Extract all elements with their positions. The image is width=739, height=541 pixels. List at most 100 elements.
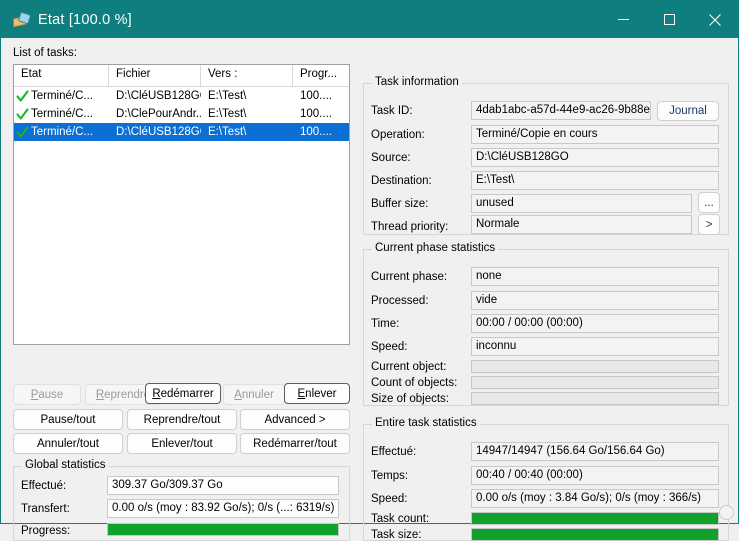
current-object-label: Current object: [371,361,447,373]
entire-temps-value: 00:40 / 00:40 (00:00) [471,466,719,485]
green-check-icon [16,89,29,103]
resume-all-button[interactable]: Reprendre/tout [127,409,237,430]
client-area: List of tasks: Etat Fichier Vers : Progr… [1,38,738,541]
restart-button-rest: edémarrer [160,387,214,400]
current-phase-statistics-title: Current phase statistics [372,242,499,254]
global-progress-label: Progress: [21,525,71,537]
entire-effectue-value: 14947/14947 (156.64 Go/156.64 Go) [471,442,719,461]
resize-grip[interactable] [719,505,734,520]
thread-priority-value: Normale [471,215,692,234]
row-etat: Terminé/C... [31,90,93,102]
global-progress-bar [107,523,339,536]
pause-button[interactable]: Pause [13,384,81,405]
column-header-vers[interactable]: Vers : [201,65,293,86]
global-effectue-value: 309.37 Go/309.37 Go [107,476,339,495]
entire-task-statistics-title: Entire task statistics [372,417,480,429]
source-label: Source: [371,152,411,164]
remove-all-button[interactable]: Enlever/tout [127,433,237,454]
title-bar[interactable]: Etat [100.0 %] [1,1,738,38]
task-information-group: Task information Task ID: 4dab1abc-a57d-… [363,76,729,235]
pause-button-rest: ause [38,388,64,401]
current-phase-statistics-group: Current phase statistics Current phase: … [363,242,729,406]
task-list[interactable]: Etat Fichier Vers : Progr... Terminé/C..… [13,64,350,345]
current-object-progress-bar [471,360,719,373]
processed-value: vide [471,291,719,310]
count-of-objects-label: Count of objects: [371,377,458,389]
global-effectue-label: Effectué: [21,480,67,492]
maximize-button[interactable] [646,1,692,38]
row-etat: Terminé/C... [31,108,93,120]
global-statistics-title: Global statistics [22,459,109,471]
column-header-progress[interactable]: Progr... [293,65,349,86]
size-of-objects-label: Size of objects: [371,393,449,405]
global-statistics-group: Global statistics Effectué: 309.37 Go/30… [13,459,350,541]
row-fichier: D:\ClePourAndr... [116,108,201,120]
task-count-label: Task count: [371,513,430,525]
cancel-button[interactable]: Annuler [223,384,285,405]
source-value: D:\CléUSB128GO [471,148,719,167]
window-title: Etat [100.0 %] [38,11,132,28]
remove-button-rest: nlever [305,387,337,400]
destination-value: E:\Test\ [471,171,719,190]
green-check-icon [16,125,29,139]
task-size-label: Task size: [371,529,422,541]
task-id-label: Task ID: [371,105,413,117]
phase-speed-label: Speed: [371,341,408,353]
phase-time-label: Time: [371,318,400,330]
size-of-objects-progress-bar [471,392,719,405]
row-progress: 100.... [300,90,332,102]
column-header-etat[interactable]: Etat [14,65,109,86]
minimize-button[interactable] [600,1,646,38]
advanced-button[interactable]: Advanced > [240,409,350,430]
current-phase-value: none [471,267,719,286]
row-fichier: D:\CléUSB128GO [116,126,201,138]
entire-effectue-label: Effectué: [371,446,417,458]
green-check-icon [16,107,29,121]
task-information-title: Task information [372,76,462,88]
cancel-button-rest: nnuler [241,388,274,401]
table-row-selected[interactable]: Terminé/C... D:\CléUSB128GO E:\Test\ 100… [14,123,349,141]
table-row[interactable]: Terminé/C... D:\ClePourAndr... E:\Test\ … [14,105,349,123]
row-etat: Terminé/C... [31,126,93,138]
journal-button[interactable]: Journal [657,101,719,121]
buffer-size-label: Buffer size: [371,198,429,210]
global-transfert-value: 0.00 o/s (moy : 83.92 Go/s); 0/s (...: 6… [107,499,339,518]
buffer-browse-button[interactable]: ... [698,192,720,213]
cancel-all-button[interactable]: Annuler/tout [13,433,123,454]
processed-label: Processed: [371,295,429,307]
task-count-progress-bar [471,512,719,525]
row-vers: E:\Test\ [208,108,247,120]
row-vers: E:\Test\ [208,126,247,138]
entire-speed-value: 0.00 o/s (moy : 3.84 Go/s); 0/s (moy : 3… [471,489,719,508]
restart-all-button[interactable]: Redémarrer/tout [240,433,350,454]
global-transfert-label: Transfert: [21,503,70,515]
close-button[interactable] [692,1,738,38]
resume-button-rest: eprendre [104,388,151,401]
thread-priority-label: Thread priority: [371,221,449,233]
window-controls [600,1,738,38]
app-icon [12,11,32,29]
current-phase-label: Current phase: [371,271,448,283]
remove-button[interactable]: Enlever [284,383,350,404]
row-progress: 100.... [300,108,332,120]
row-fichier: D:\CléUSB128GO [116,90,201,102]
task-size-progress-bar [471,528,719,541]
operation-value: Terminé/Copie en cours [471,125,719,144]
column-header-fichier[interactable]: Fichier [109,65,201,86]
destination-label: Destination: [371,175,432,187]
table-row[interactable]: Terminé/C... D:\CléUSB128GO E:\Test\ 100… [14,87,349,105]
row-progress: 100.... [300,126,332,138]
phase-speed-value: inconnu [471,337,719,356]
task-id-value: 4dab1abc-a57d-44e9-ac26-9b88ed [471,101,651,120]
buffer-size-value: unused [471,194,692,213]
count-of-objects-progress-bar [471,376,719,389]
etat-window: Etat [100.0 %] List of tasks: Etat Fichi… [0,0,739,541]
row-vers: E:\Test\ [208,90,247,102]
restart-button[interactable]: Redémarrer [145,383,221,404]
entire-speed-label: Speed: [371,493,408,505]
pause-all-button[interactable]: Pause/tout [13,409,123,430]
thread-priority-button[interactable]: > [698,214,720,235]
task-list-header: Etat Fichier Vers : Progr... [14,65,349,87]
operation-label: Operation: [371,129,425,141]
phase-time-value: 00:00 / 00:00 (00:00) [471,314,719,333]
